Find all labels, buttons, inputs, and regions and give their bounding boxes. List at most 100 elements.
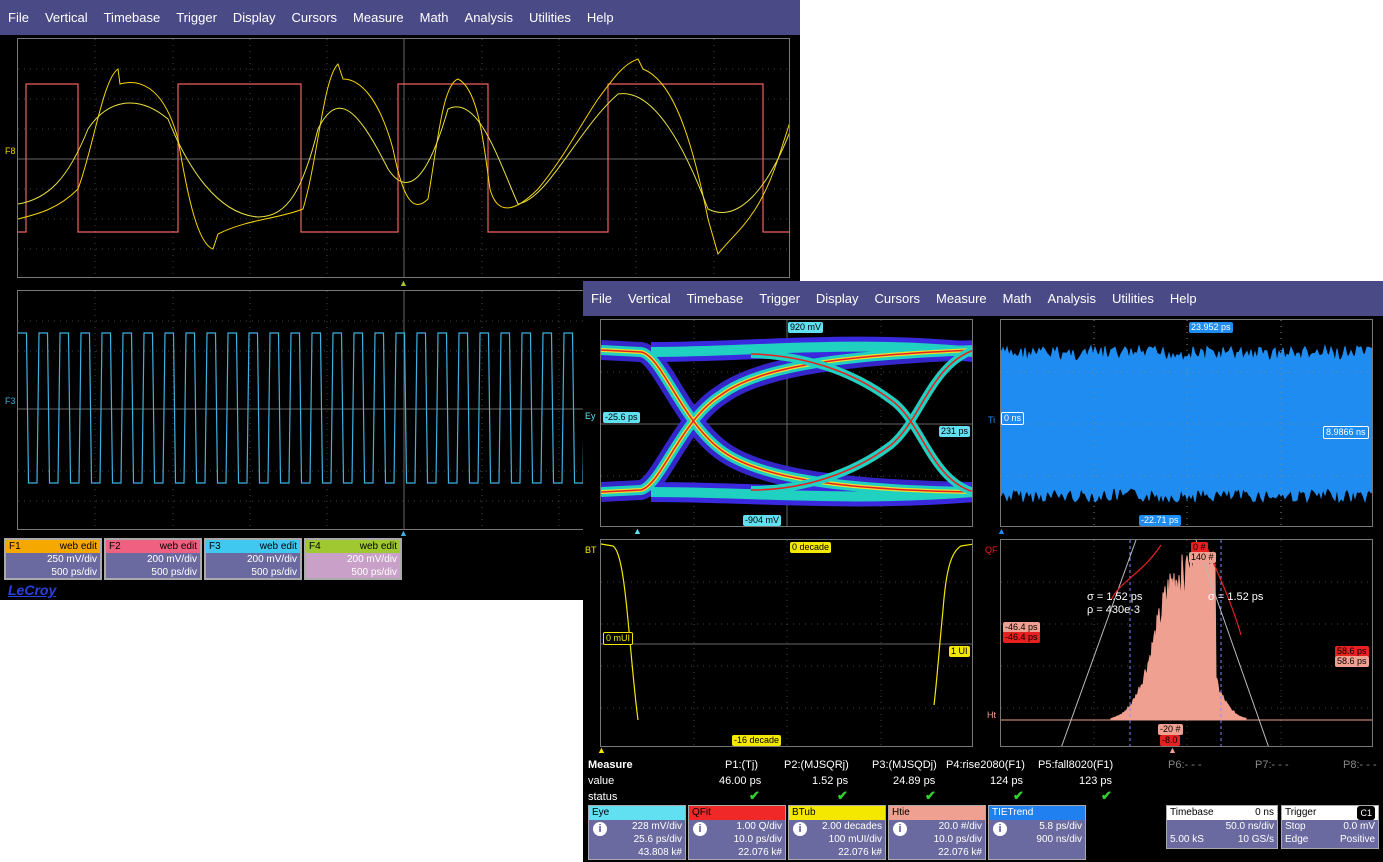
menu-analysis[interactable]: Analysis	[457, 0, 521, 35]
trigger-box[interactable]: Trigger C1 Stop 0.0 mV Edge Positive	[1281, 805, 1379, 849]
menu-cursors[interactable]: Cursors	[284, 0, 346, 35]
menubar-front: File Vertical Timebase Trigger Display Cursor…	[583, 281, 1383, 316]
param-p4-name[interactable]: P4:rise2080(F1)	[946, 759, 1025, 771]
menu-analysis[interactable]: Analysis	[1040, 281, 1104, 316]
menu-math[interactable]: Math	[995, 281, 1040, 316]
trace-qfit-box[interactable]: QFit i 1.00 Q/div 10.0 ps/div 22.076 k#	[688, 805, 786, 860]
menu-timebase[interactable]: Timebase	[679, 281, 752, 316]
menu-vertical[interactable]: Vertical	[37, 0, 96, 35]
trigger-row2: Edge Positive	[1282, 833, 1378, 846]
eye-top-tag: 920 mV	[788, 322, 824, 333]
info-icon[interactable]: i	[893, 822, 907, 836]
rho-text: ρ = 430e-3	[1087, 604, 1141, 616]
channel-f1-box[interactable]: F1 web edit 250 mV/div 500 ps/div	[4, 538, 102, 580]
info-icon[interactable]: i	[793, 822, 807, 836]
trace-tietrend-box[interactable]: TIETrend i 5.8 ps/div 900 ns/div	[988, 805, 1086, 860]
channel-name: F2	[109, 541, 121, 552]
channel-tdiv: 500 ps/div	[51, 567, 97, 578]
f8-label: F8	[5, 146, 16, 156]
waveform-top-svg	[18, 39, 789, 277]
channel-vdiv: 200 mV/div	[146, 554, 197, 565]
trace-btub-box[interactable]: BTub i 2.00 decades 100 mUI/div 22.076 k…	[788, 805, 886, 860]
param-p6-name[interactable]: P6:- - -	[1168, 759, 1202, 771]
param-p5-value: 123 ps	[1079, 775, 1113, 787]
channel-name: F4	[309, 541, 321, 552]
menu-trigger[interactable]: Trigger	[751, 281, 808, 316]
param-p4-status-icon: ✔	[1013, 788, 1024, 803]
timebase-title: Timebase	[1170, 807, 1214, 818]
trigger-slope: Positive	[1339, 834, 1375, 845]
scope-window-front: File Vertical Timebase Trigger Display Cursor…	[583, 281, 1383, 862]
trigger-level: 0.0 mV	[1343, 821, 1375, 832]
param-p3-name[interactable]: P3:(MJSQDj)	[872, 759, 937, 771]
timebase-box[interactable]: Timebase 0 ns 50.0 ns/div 5.00 kS 10 GS/s	[1166, 805, 1278, 849]
qfit-histogram-grid[interactable]	[1000, 539, 1373, 747]
timebase-offset: 0 ns	[1255, 807, 1274, 818]
channel-edit: web edit	[259, 541, 297, 552]
param-p5-status-icon: ✔	[1101, 788, 1112, 803]
menu-file[interactable]: File	[583, 281, 620, 316]
channel-vdiv: 250 mV/div	[46, 554, 97, 565]
qfit-svg	[1001, 540, 1372, 746]
trigger-header: Trigger C1	[1282, 806, 1378, 820]
menu-display[interactable]: Display	[808, 281, 867, 316]
menu-measure[interactable]: Measure	[345, 0, 412, 35]
trigger-type: Edge	[1285, 834, 1309, 845]
tie-trend-grid[interactable]	[1000, 319, 1373, 527]
trigger-marker-top: ▲	[399, 278, 408, 288]
param-p7-name[interactable]: P7:- - -	[1255, 759, 1289, 771]
trace-htie-line3: 22.076 k#	[938, 847, 982, 858]
param-p2-value: 1.52 ps	[812, 775, 849, 787]
sigma-left-text: σ = 1.52 ps	[1087, 591, 1143, 603]
qfit-left-tag-2: -46.4 ps	[1003, 632, 1040, 643]
bathtub-left-tag: 0 mUI	[603, 632, 634, 645]
menu-timebase[interactable]: Timebase	[96, 0, 169, 35]
menu-utilities[interactable]: Utilities	[1104, 281, 1162, 316]
trace-qfit-line3: 22.076 k#	[738, 847, 782, 858]
tie-right-tag: 8.9866 ns	[1323, 426, 1369, 439]
param-p1-name[interactable]: P1:(Tj)	[725, 759, 758, 771]
menu-display[interactable]: Display	[225, 0, 284, 35]
channel-tdiv: 500 ps/div	[251, 567, 297, 578]
ht-label: Ht	[987, 710, 996, 720]
menu-vertical[interactable]: Vertical	[620, 281, 679, 316]
channel-tdiv: 500 ps/div	[351, 567, 397, 578]
qf-label: QF	[985, 545, 998, 555]
menu-help[interactable]: Help	[579, 0, 622, 35]
channel-f2-box[interactable]: F2 web edit 200 mV/div 500 ps/div	[104, 538, 202, 580]
channel-f3-box[interactable]: F3 web edit 200 mV/div 500 ps/div	[204, 538, 302, 580]
menu-measure[interactable]: Measure	[928, 281, 995, 316]
timebase-samples-rate: 5.00 kS 10 GS/s	[1167, 833, 1277, 846]
info-icon[interactable]: i	[593, 822, 607, 836]
trace-btub-name: BTub	[789, 806, 885, 820]
trigger-mode: Stop	[1285, 821, 1306, 832]
trace-htie-name: Htie	[889, 806, 985, 820]
info-icon[interactable]: i	[993, 822, 1007, 836]
ey-label: Ey	[585, 411, 596, 421]
channel-name: F3	[209, 541, 221, 552]
param-p8-name[interactable]: P8:- - -	[1343, 759, 1377, 771]
menu-cursors[interactable]: Cursors	[867, 281, 929, 316]
menu-trigger[interactable]: Trigger	[168, 0, 225, 35]
menu-math[interactable]: Math	[412, 0, 457, 35]
param-p2-name[interactable]: P2:(MJSQRj)	[784, 759, 849, 771]
eye-diagram-grid[interactable]	[600, 319, 973, 527]
trace-tietrend-name: TIETrend	[989, 806, 1085, 820]
menu-file[interactable]: File	[0, 0, 37, 35]
channel-tdiv: 500 ps/div	[151, 567, 197, 578]
f3-label: F3	[5, 396, 16, 406]
menu-utilities[interactable]: Utilities	[521, 0, 579, 35]
menu-help[interactable]: Help	[1162, 281, 1205, 316]
trace-eye-box[interactable]: Eye i 228 mV/div 25.6 ps/div 43.808 k#	[588, 805, 686, 860]
waveform-grid-top[interactable]	[17, 38, 790, 278]
param-p3-value: 24.89 ps	[893, 775, 936, 787]
param-p1-status-icon: ✔	[749, 788, 760, 803]
channel-f4-box[interactable]: F4 web edit 200 mV/div 500 ps/div	[304, 538, 402, 580]
eye-left-tag: -25.6 ps	[603, 412, 640, 423]
trace-htie-box[interactable]: Htie i 20.0 #/div 10.0 ps/div 22.076 k#	[888, 805, 986, 860]
bathtub-grid[interactable]	[600, 539, 973, 747]
channel-vdiv: 200 mV/div	[246, 554, 297, 565]
info-icon[interactable]: i	[693, 822, 707, 836]
param-p5-name[interactable]: P5:fall8020(F1)	[1038, 759, 1113, 771]
trace-btub-line3: 22.076 k#	[838, 847, 882, 858]
